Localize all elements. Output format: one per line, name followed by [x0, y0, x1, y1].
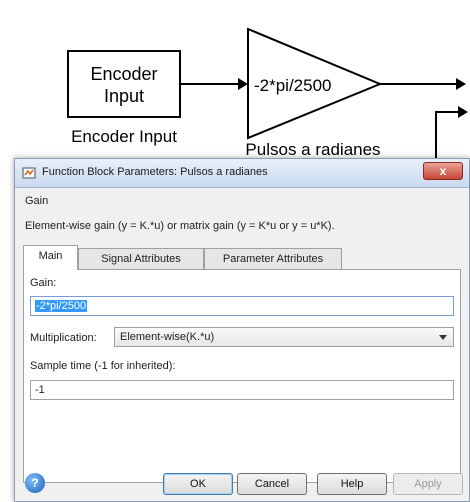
tab-panel-main: Gain: -2*pi/2500 Multiplication: Element…: [23, 269, 461, 483]
gain-input-value: -2*pi/2500: [35, 300, 88, 312]
help-button[interactable]: Help: [317, 473, 387, 495]
signal-line-feedback[interactable]: [435, 111, 458, 160]
gain-block-name: Pulsos a radianes: [245, 140, 380, 159]
gain-input[interactable]: -2*pi/2500: [30, 296, 454, 316]
sample-time-input[interactable]: -1: [30, 380, 454, 400]
apply-button[interactable]: Apply: [393, 473, 463, 495]
tab-signal-attributes[interactable]: Signal Attributes: [78, 248, 204, 269]
signal-arrowhead: [456, 78, 466, 90]
encoder-block-line2: Input: [104, 86, 144, 106]
simulink-block-icon: [22, 167, 36, 179]
multiplication-select-value: Element-wise(K.*u): [120, 331, 215, 343]
close-icon[interactable]: x: [423, 162, 463, 180]
block-type-label: Gain: [25, 195, 49, 207]
block-parameters-dialog: Function Block Parameters: Pulsos a radi…: [14, 158, 470, 502]
block-description: Element-wise gain (y = K.*u) or matrix g…: [25, 220, 335, 232]
multiplication-select[interactable]: Element-wise(K.*u): [114, 327, 454, 347]
model-canvas: Encoder Input Encoder Input -2*pi/2500 P…: [67, 27, 468, 160]
multiplication-label: Multiplication:: [30, 332, 97, 344]
encoder-block-name: Encoder Input: [71, 127, 177, 146]
dialog-titlebar[interactable]: Function Block Parameters: Pulsos a radi…: [15, 159, 469, 188]
sample-time-input-value: -1: [35, 384, 45, 396]
gain-block-text: -2*pi/2500: [254, 76, 332, 95]
dialog-title: Function Block Parameters: Pulsos a radi…: [42, 166, 268, 178]
gain-label: Gain:: [30, 277, 57, 289]
encoder-input-block[interactable]: [67, 50, 181, 118]
signal-arrowhead: [458, 106, 468, 118]
cancel-button[interactable]: Cancel: [237, 473, 307, 495]
encoder-block-line1: Encoder: [90, 64, 157, 84]
help-icon[interactable]: ?: [25, 473, 45, 493]
signal-arrowhead: [238, 78, 248, 90]
tab-parameter-attributes[interactable]: Parameter Attributes: [204, 248, 342, 269]
dropdown-arrow-icon: [439, 335, 447, 340]
ok-button[interactable]: OK: [163, 473, 233, 495]
sample-time-label: Sample time (-1 for inherited):: [30, 360, 176, 372]
tab-main[interactable]: Main: [23, 245, 78, 270]
